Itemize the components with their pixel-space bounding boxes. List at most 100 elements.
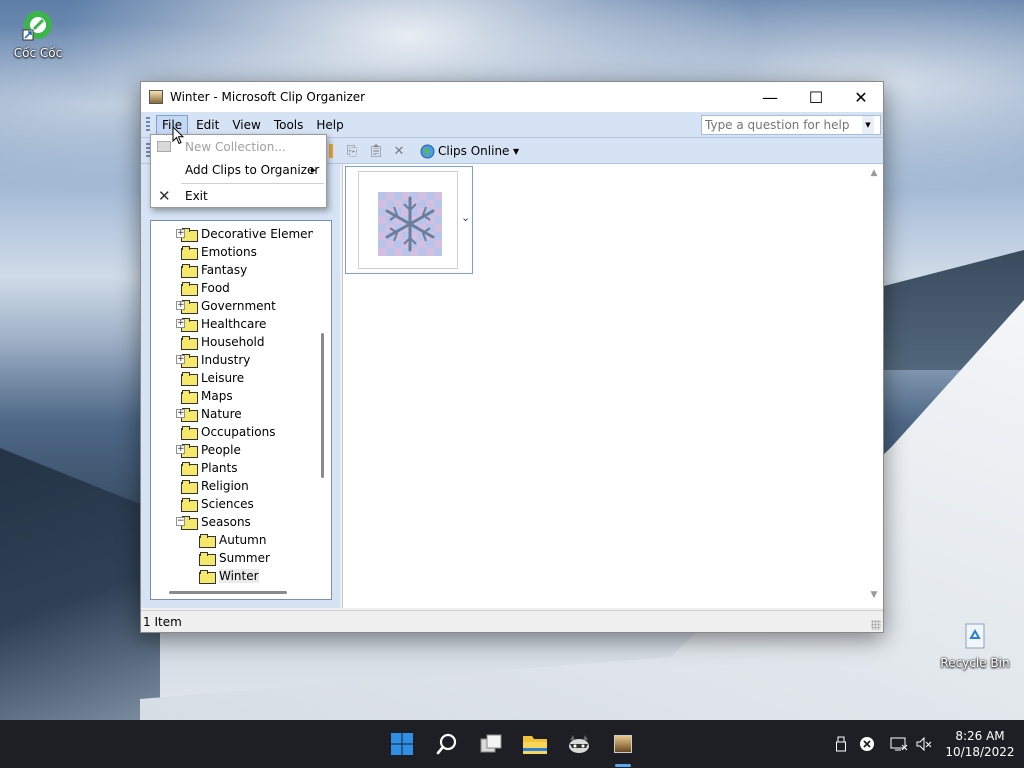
expand-icon[interactable]: + (176, 355, 185, 364)
expand-icon[interactable]: + (176, 445, 185, 454)
clip-item-snowflake[interactable]: ⌄ (345, 166, 473, 274)
tree-item-food[interactable]: Food (181, 279, 230, 297)
start-button[interactable] (386, 728, 418, 760)
tree-item-nature[interactable]: Nature (181, 405, 242, 423)
raccoon-app-button[interactable] (563, 728, 595, 760)
snowflake-clip-image (378, 192, 442, 256)
tree-item-autumn[interactable]: Autumn (199, 531, 266, 549)
desktop-icon-label: Recycle Bin (940, 656, 1010, 670)
tree-item-government[interactable]: Government (181, 297, 276, 315)
resize-grip[interactable] (871, 620, 881, 630)
clips-online-button[interactable]: Clips Online (419, 142, 509, 160)
tree-item-people[interactable]: People (181, 441, 241, 459)
tree-item-occupations[interactable]: Occupations (181, 423, 275, 441)
menu-edit[interactable]: Edit (191, 116, 224, 134)
tree-item-label: Government (201, 299, 276, 313)
tree-item-summer[interactable]: Summer (199, 549, 270, 567)
tree-vertical-scrollbar[interactable] (313, 221, 331, 599)
help-dropdown-arrow-icon[interactable]: ▼ (862, 116, 874, 134)
tree-item-label: Autumn (219, 533, 267, 547)
menu-tools[interactable]: Tools (269, 116, 309, 134)
tree-item-religion[interactable]: Religion (181, 477, 249, 495)
tree-item-label: Healthcare (201, 317, 267, 331)
task-view-button[interactable] (475, 728, 507, 760)
menu-help[interactable]: Help (311, 116, 348, 134)
copy-button[interactable]: ⎘ (344, 142, 360, 160)
copy-icon: ⎘ (346, 143, 358, 159)
tree-horizontal-scroll-thumb[interactable] (169, 591, 287, 594)
toolbar-partial-icon (329, 144, 333, 158)
minimize-button[interactable]: — (747, 82, 793, 112)
taskbar-clock[interactable]: 8:26 AM 10/18/2022 (940, 728, 1020, 760)
expand-icon[interactable]: + (176, 409, 185, 418)
menu-item-exit[interactable]: ✕ Exit (151, 185, 326, 207)
coccoc-icon (21, 8, 55, 42)
tree-item-label: Food (201, 281, 230, 295)
tree-item-label: Maps (201, 389, 233, 403)
tree-item-sciences[interactable]: Sciences (181, 495, 254, 513)
paste-button[interactable]: 📋︎ (368, 142, 385, 160)
folder-icon (181, 426, 198, 440)
tree-item-household[interactable]: Household (181, 333, 265, 351)
tree-item-healthcare[interactable]: Healthcare (181, 315, 266, 333)
help-question-input[interactable] (702, 118, 862, 132)
expand-icon[interactable]: + (176, 319, 185, 328)
clip-preview-pane: ⌄ ▲ ▼ (342, 164, 883, 608)
raccoon-icon (569, 735, 589, 753)
toolbar-partial-button[interactable] (329, 142, 333, 160)
tree-item-emotions[interactable]: Emotions (181, 243, 257, 261)
close-button[interactable]: ✕ (838, 82, 884, 112)
search-button[interactable] (431, 728, 463, 760)
close-circle-tray-icon[interactable] (858, 735, 876, 753)
collection-tree: Decorative Element + Emotions Fantasy Food Go… (150, 220, 332, 600)
delete-button[interactable]: ✕ (391, 142, 407, 160)
menu-view[interactable]: View (227, 116, 265, 134)
active-app-indicator (615, 764, 631, 767)
toolbar-overflow-button[interactable]: ▼ (513, 142, 519, 160)
folder-icon (181, 246, 198, 260)
volume-muted-tray-icon[interactable] (915, 735, 933, 753)
collapse-icon[interactable]: − (176, 517, 185, 526)
tree-item-plants[interactable]: Plants (181, 459, 238, 477)
folder-icon (181, 462, 198, 476)
tree-item-label: Nature (201, 407, 242, 421)
tree-item-label: Emotions (201, 245, 257, 259)
tree-item-maps[interactable]: Maps (181, 387, 233, 405)
expand-icon[interactable]: + (176, 229, 185, 238)
title-bar[interactable]: Winter - Microsoft Clip Organizer — ☐ ✕ (141, 82, 883, 112)
new-collection-folder-icon (157, 141, 171, 152)
desktop-icon-label: Cốc Cốc (13, 46, 63, 60)
tree-item-industry[interactable]: Industry (181, 351, 250, 369)
clip-organizer-taskbar-button[interactable] (607, 728, 639, 760)
help-question-box: ▼ (701, 115, 881, 135)
collection-list-pane: Decorative Element + Emotions Fantasy Food Go… (141, 164, 340, 608)
recycle-bin-icon (958, 618, 992, 652)
desktop-icon-coccoc[interactable]: Cốc Cốc (3, 8, 73, 60)
tree-item-winter[interactable]: Winter (199, 567, 259, 585)
tree-item-seasons[interactable]: Seasons (181, 513, 251, 531)
folder-icon (199, 552, 216, 566)
scroll-down-arrow-icon[interactable]: ▼ (867, 590, 881, 604)
tree-scroll-thumb[interactable] (321, 333, 324, 478)
tree-item-label: Seasons (201, 515, 251, 529)
expand-icon[interactable]: + (176, 301, 185, 310)
clock-time: 8:26 AM (955, 729, 1005, 743)
chevron-down-icon: ▼ (513, 146, 520, 156)
tree-item-label: Leisure (201, 371, 245, 385)
tree-item-decorative-element[interactable]: Decorative Element (181, 225, 320, 243)
tree-item-leisure[interactable]: Leisure (181, 369, 244, 387)
folder-icon (199, 570, 216, 584)
menubar-grip[interactable] (146, 116, 150, 133)
desktop-icon-recycle-bin[interactable]: Recycle Bin (940, 618, 1010, 670)
network-tray-icon[interactable] (890, 735, 908, 753)
tree-item-fantasy[interactable]: Fantasy (181, 261, 247, 279)
folder-icon (181, 390, 198, 404)
clip-options-chevron-icon[interactable]: ⌄ (461, 211, 470, 224)
file-explorer-button[interactable] (519, 728, 551, 760)
menu-item-add-clips[interactable]: Add Clips to Organizer ▸ (151, 159, 326, 181)
globe-icon (419, 143, 435, 159)
folder-icon (181, 336, 198, 350)
maximize-button[interactable]: ☐ (793, 82, 839, 112)
usb-tray-icon[interactable] (832, 735, 850, 753)
scroll-up-arrow-icon[interactable]: ▲ (867, 168, 881, 182)
